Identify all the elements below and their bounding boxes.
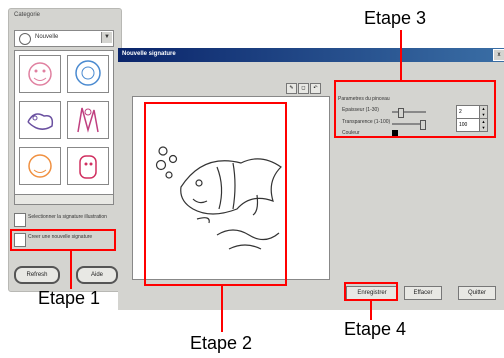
horizontal-scrollbar[interactable] [14, 194, 114, 205]
refresh-button[interactable]: Refresh [14, 266, 60, 284]
step1-connector [70, 251, 72, 289]
option-label: Selectionner la signature illustration [28, 214, 107, 220]
step2-label: Etape 2 [190, 333, 253, 353]
category-label: Categorie [14, 12, 41, 18]
draw-tool-icon[interactable]: ✎ [286, 83, 297, 94]
step3-highlight [334, 80, 496, 138]
undo-tool-icon[interactable]: ↶ [310, 83, 321, 94]
thumbnail-image-icon [77, 107, 99, 133]
close-button[interactable]: x [493, 49, 504, 61]
step1-highlight [10, 229, 116, 251]
clear-button[interactable]: Effacer [404, 286, 442, 300]
step2-highlight [144, 102, 287, 286]
thumbnail-item[interactable] [19, 147, 61, 185]
thumbnail-item[interactable] [67, 147, 109, 185]
thumbnail-image-icon [79, 155, 97, 179]
step4-highlight [344, 282, 398, 301]
thumbnail-grid [14, 50, 114, 202]
step3-connector [400, 30, 402, 80]
step2-connector [221, 286, 223, 332]
thumbnail-item[interactable] [67, 55, 109, 93]
category-select[interactable]: Nouvelle ▼ [14, 30, 114, 47]
pencil-icon [14, 213, 26, 227]
thumbnail-item[interactable] [19, 101, 61, 139]
thumbnail-item[interactable] [19, 55, 61, 93]
cancel-button[interactable]: Quitter [458, 286, 496, 300]
step1-label: Etape 1 [38, 288, 101, 308]
eraser-tool-icon[interactable]: ◻ [298, 83, 309, 94]
step3-label: Etape 3 [364, 8, 427, 28]
thumbnail-image-icon [28, 62, 52, 86]
thumbnail-image-icon [75, 60, 101, 86]
step4-connector [370, 301, 372, 320]
thumbnail-image-icon [28, 154, 52, 178]
thumbnail-item[interactable] [67, 101, 109, 139]
category-select-value: Nouvelle [35, 34, 59, 40]
help-button[interactable]: Aide [76, 266, 118, 284]
thumbnail-image-icon [27, 113, 54, 130]
window-title: Nouvelle signature [122, 51, 176, 57]
step4-label: Etape 4 [344, 319, 407, 339]
select-signature-option[interactable]: Selectionner la signature illustration [14, 212, 114, 228]
chevron-down-icon[interactable]: ▼ [101, 32, 112, 43]
category-icon [19, 33, 31, 45]
